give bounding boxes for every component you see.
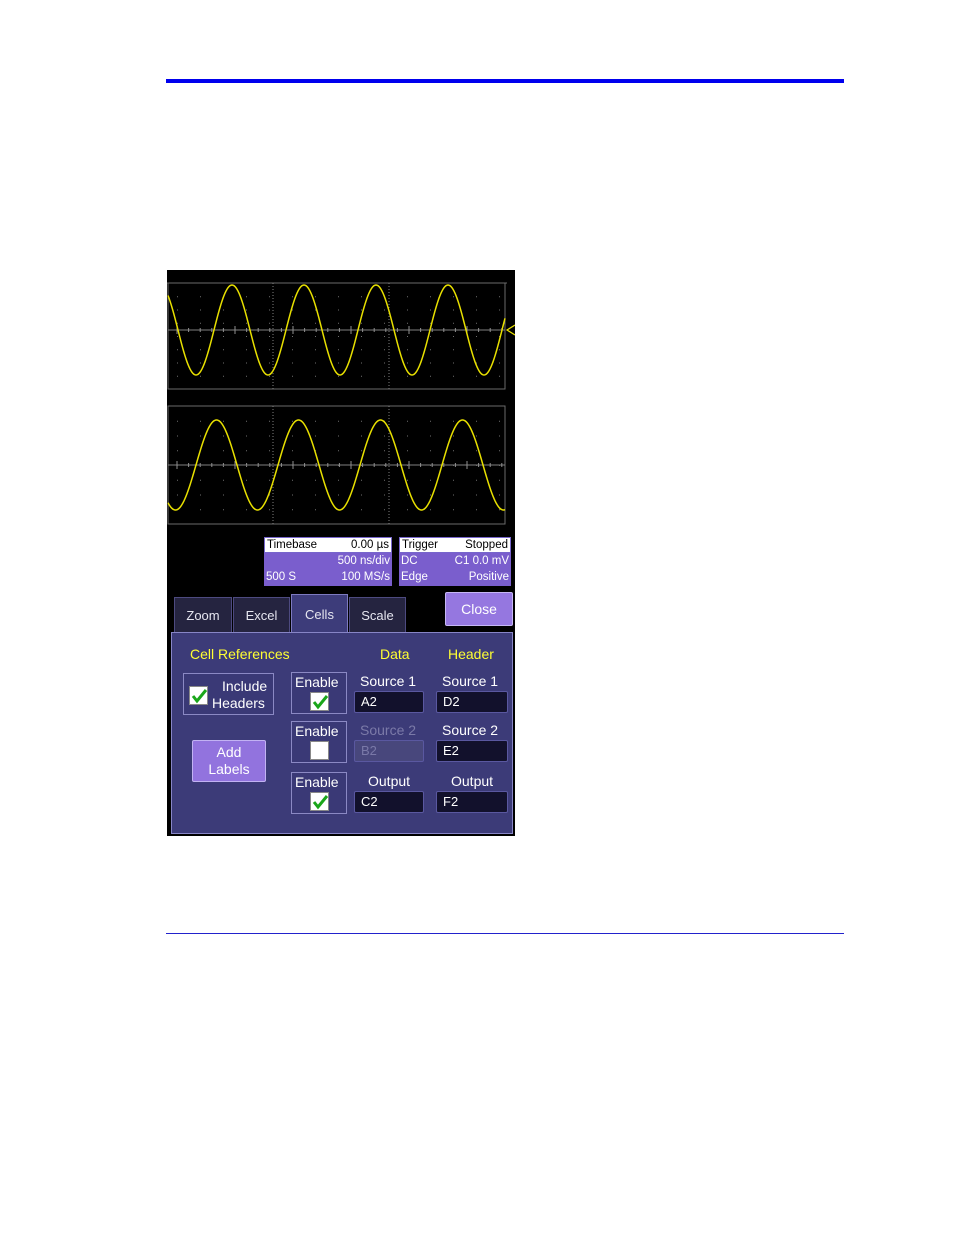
- enable-output-checkbox[interactable]: [310, 792, 329, 811]
- include-headers-checkbox[interactable]: [189, 686, 208, 705]
- page-top-rule: [166, 79, 844, 83]
- header-output-input[interactable]: F2: [436, 791, 508, 813]
- tab-scale[interactable]: Scale: [349, 597, 406, 633]
- trigger-slope: Positive: [468, 571, 509, 583]
- cells-panel: Cell References Data Header Include Head…: [171, 632, 513, 834]
- trigger-level: C1 0.0 mV: [454, 555, 509, 567]
- trigger-coupling: DC: [401, 555, 418, 567]
- tab-excel[interactable]: Excel: [233, 597, 290, 633]
- add-labels-line1: Add: [216, 744, 242, 760]
- trigger-type: Edge: [401, 571, 428, 583]
- tab-zoom[interactable]: Zoom: [174, 597, 232, 633]
- data-source1-label: Source 1: [360, 673, 417, 689]
- checkmark-icon: [312, 795, 329, 810]
- include-headers-label-line1: Include: [222, 678, 268, 694]
- header-source1-input[interactable]: D2: [436, 691, 508, 713]
- trigger-title: Trigger: [402, 539, 438, 551]
- enable-source1-checkbox[interactable]: [310, 692, 329, 711]
- checkmark-icon: [191, 689, 208, 704]
- oscilloscope-screen: Timebase 0.00 µs 500 ns/div 500 S 100 MS…: [167, 270, 515, 836]
- enable-output-toggle[interactable]: Enable: [291, 772, 347, 814]
- grid-lower: [167, 405, 506, 525]
- enable-source2-checkbox[interactable]: [310, 741, 329, 760]
- trigger-box[interactable]: Trigger Stopped DC C1 0.0 mV Edge Positi…: [399, 537, 511, 586]
- checkmark-icon: [312, 695, 329, 710]
- data-source1-input[interactable]: A2: [354, 691, 424, 713]
- timebase-scale: 500 ns/div: [337, 555, 390, 567]
- timebase-title: Timebase: [267, 539, 318, 551]
- header-column-heading: Header: [448, 646, 494, 662]
- trigger-state: Stopped: [465, 539, 508, 551]
- header-source2-label: Source 2: [442, 722, 499, 738]
- header-source2-input[interactable]: E2: [436, 740, 508, 762]
- enable-source1-toggle[interactable]: Enable: [291, 672, 347, 714]
- timebase-delay: 0.00 µs: [351, 539, 389, 551]
- add-labels-button[interactable]: Add Labels: [192, 740, 266, 782]
- enable-label: Enable: [295, 674, 339, 690]
- enable-label: Enable: [295, 774, 339, 790]
- trigger-level-marker: [505, 324, 515, 336]
- data-output-label: Output: [368, 773, 411, 789]
- timebase-rate: 100 MS/s: [341, 571, 390, 583]
- close-button[interactable]: Close: [445, 592, 513, 626]
- enable-source2-toggle[interactable]: Enable: [291, 721, 347, 763]
- enable-label: Enable: [295, 723, 339, 739]
- include-headers-toggle[interactable]: Include Headers: [183, 673, 274, 715]
- page-bottom-rule: [166, 933, 844, 934]
- data-source2-input: B2: [354, 740, 424, 762]
- tab-cells[interactable]: Cells: [291, 594, 348, 634]
- timebase-box[interactable]: Timebase 0.00 µs 500 ns/div 500 S 100 MS…: [264, 537, 392, 586]
- cell-references-title: Cell References: [190, 646, 290, 662]
- add-labels-line2: Labels: [208, 761, 250, 777]
- header-output-label: Output: [451, 773, 494, 789]
- header-source1-label: Source 1: [442, 673, 499, 689]
- data-output-input[interactable]: C2: [354, 791, 424, 813]
- data-column-heading: Data: [380, 646, 410, 662]
- timebase-samples: 500 S: [266, 571, 297, 583]
- data-source2-label: Source 2: [360, 722, 417, 738]
- include-headers-label-line2: Headers: [212, 695, 265, 711]
